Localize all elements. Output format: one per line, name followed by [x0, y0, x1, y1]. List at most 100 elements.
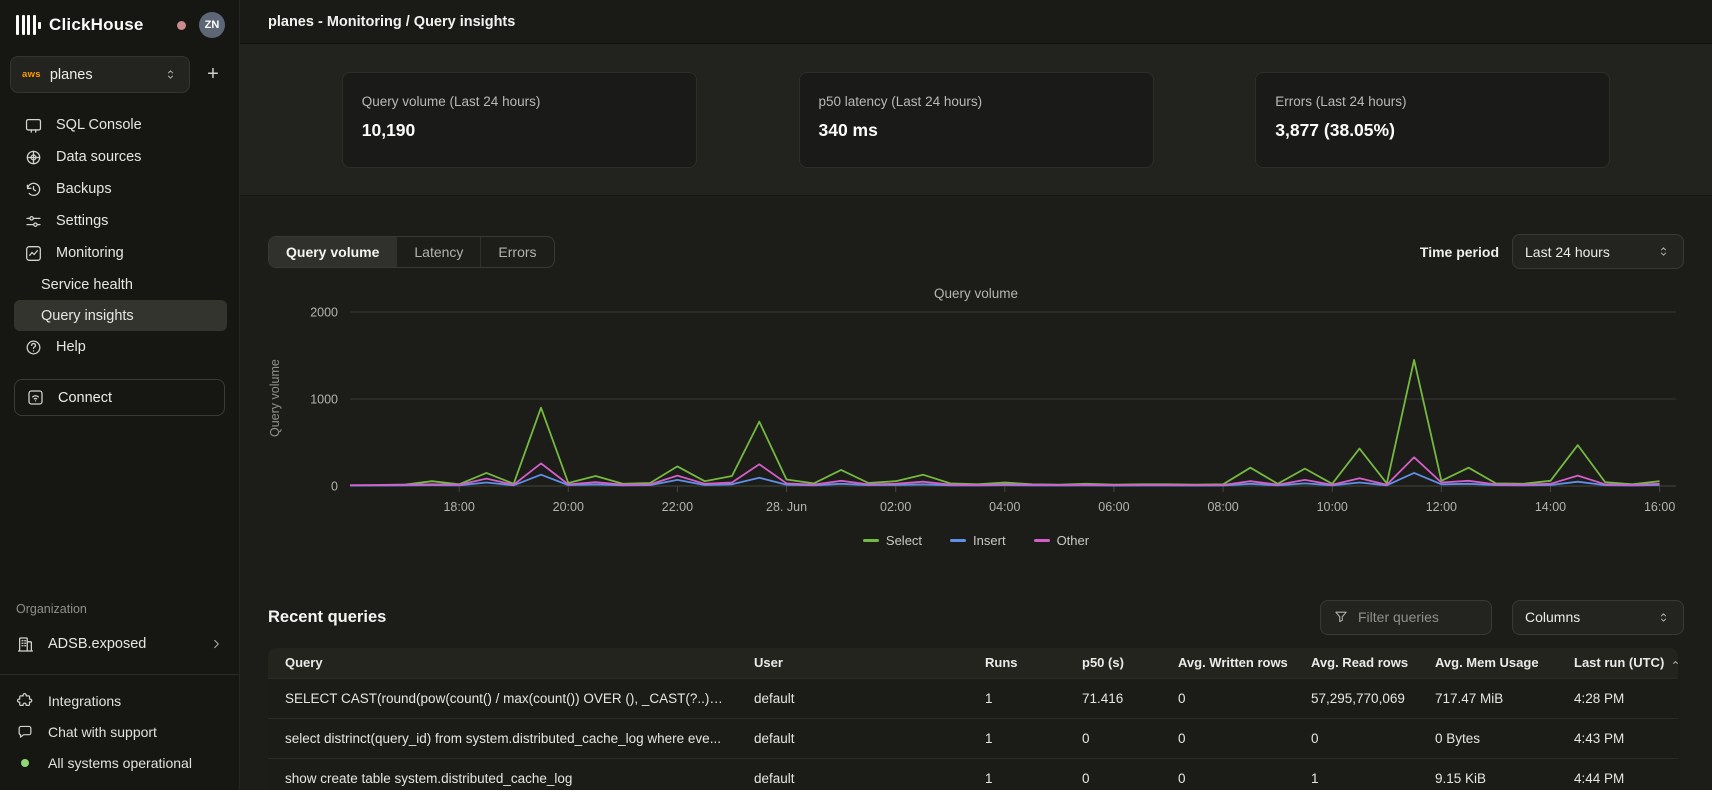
cell-user: default — [737, 731, 968, 746]
legend-swatch — [950, 539, 966, 542]
legend-swatch — [863, 539, 879, 542]
filter-queries-input[interactable] — [1358, 609, 1468, 625]
cell-runs: 1 — [968, 731, 1065, 746]
view-tab-group: Query volumeLatencyErrors — [268, 236, 555, 268]
stat-value: 340 ms — [819, 120, 1134, 141]
avatar[interactable]: ZN — [199, 12, 225, 38]
column-header-avg-read-rows[interactable]: Avg. Read rows — [1294, 655, 1418, 670]
sidebar-item-monitoring[interactable]: Monitoring — [14, 237, 227, 269]
puzzle-icon-slot — [16, 691, 35, 710]
sidebar-footer-all-systems-operational[interactable]: All systems operational — [0, 747, 239, 778]
main-area: planes - Monitoring / Query insights Que… — [240, 0, 1712, 790]
legend-item-select[interactable]: Select — [863, 533, 922, 548]
sort-asc-icon — [1669, 656, 1678, 669]
connect-button[interactable]: Connect — [14, 379, 225, 416]
svg-text:1000: 1000 — [310, 393, 338, 407]
column-header-avg-written-rows[interactable]: Avg. Written rows — [1161, 655, 1294, 670]
p50-latency-stat-card: p50 latency (Last 24 hours)340 ms — [799, 72, 1154, 168]
data-sources-icon — [24, 148, 43, 167]
help-icon-slot — [24, 338, 43, 357]
plus-icon: + — [207, 63, 219, 86]
sidebar-item-settings[interactable]: Settings — [14, 205, 227, 237]
table-row[interactable]: SELECT CAST(round(pow(count() / max(coun… — [268, 678, 1678, 718]
tab-latency[interactable]: Latency — [396, 237, 480, 267]
recent-queries-table: Query User Runs p50 (s) Avg. Written rows Avg… — [268, 648, 1678, 790]
status-dot-green-slot — [16, 753, 35, 772]
sidebar-item-sql-console[interactable]: SQL Console — [14, 109, 227, 141]
column-header-label: Runs — [985, 655, 1018, 670]
sidebar-item-service-health[interactable]: Service health — [14, 269, 227, 300]
tab-errors[interactable]: Errors — [480, 237, 553, 267]
cell-avg-mem-usage: 0 Bytes — [1418, 731, 1557, 746]
sidebar-item-query-insights[interactable]: Query insights — [14, 300, 227, 331]
table-body: SELECT CAST(round(pow(count() / max(coun… — [268, 678, 1678, 790]
chart-y-axis-label: Query volume — [268, 306, 282, 491]
column-header-user[interactable]: User — [737, 655, 968, 670]
legend-item-insert[interactable]: Insert — [950, 533, 1006, 548]
filter-queries-box[interactable] — [1320, 600, 1492, 635]
cell-avg-read-rows: 57,295,770,069 — [1294, 691, 1418, 706]
table-row[interactable]: select distrinct(query_id) from system.d… — [268, 718, 1678, 758]
stat-label: Query volume (Last 24 hours) — [362, 94, 677, 109]
column-header-label: p50 (s) — [1082, 655, 1124, 670]
monitoring-chart-icon — [24, 244, 43, 263]
cell-last-run-utc: 4:28 PM — [1557, 691, 1678, 706]
stats-band: Query volume (Last 24 hours) 10,190 p50 la… — [240, 44, 1712, 196]
cell-avg-read-rows: 0 — [1294, 731, 1418, 746]
svg-text:22:00: 22:00 — [662, 500, 693, 514]
svg-text:08:00: 08:00 — [1207, 500, 1238, 514]
cell-avg-written-rows: 0 — [1161, 771, 1294, 786]
legend-label: Other — [1057, 533, 1090, 548]
aws-slot: aws — [22, 69, 41, 80]
cell-avg-mem-usage: 717.47 MiB — [1418, 691, 1557, 706]
sidebar-footer-chat-with-support[interactable]: Chat with support — [0, 716, 239, 747]
column-header-query[interactable]: Query — [268, 655, 737, 670]
svg-text:20:00: 20:00 — [553, 500, 584, 514]
terminal-icon — [24, 116, 43, 135]
service-selector-row: aws planes + — [0, 46, 239, 95]
service-selector[interactable]: aws planes — [10, 56, 190, 93]
terminal-icon-slot — [24, 116, 43, 135]
column-header-label: Avg. Read rows — [1311, 655, 1408, 670]
columns-select[interactable]: Columns — [1512, 600, 1684, 635]
cell-runs: 1 — [968, 771, 1065, 786]
status-dot-green — [21, 759, 29, 767]
legend-item-other[interactable]: Other — [1034, 533, 1090, 548]
svg-text:28. Jun: 28. Jun — [766, 500, 807, 514]
add-service-button[interactable]: + — [199, 61, 227, 89]
puzzle-icon — [16, 692, 34, 710]
notification-dot — [177, 21, 186, 30]
footer-item-label: Integrations — [48, 693, 121, 709]
sidebar-footer-integrations[interactable]: Integrations — [0, 685, 239, 716]
sidebar-item-label: Monitoring — [56, 245, 124, 261]
column-header-avg-mem-usage[interactable]: Avg. Mem Usage — [1418, 655, 1557, 670]
organization-name: ADSB.exposed — [48, 636, 146, 652]
sidebar-item-data-sources[interactable]: Data sources — [14, 141, 227, 173]
building-icon — [16, 635, 35, 654]
stat-value: 10,190 — [362, 120, 677, 141]
service-chevron-slot — [163, 67, 178, 82]
cell-last-run-utc: 4:44 PM — [1557, 771, 1678, 786]
legend-label: Insert — [973, 533, 1006, 548]
connect-icon — [26, 388, 45, 407]
column-header-last-run-utc[interactable]: Last run (UTC) — [1557, 655, 1678, 670]
brand-name: ClickHouse — [49, 15, 144, 35]
column-header-label: Query — [285, 655, 323, 670]
table-row[interactable]: show create table system.distributed_cac… — [268, 758, 1678, 790]
tab-query-volume[interactable]: Query volume — [269, 237, 396, 267]
aws-icon: aws — [22, 69, 41, 80]
time-period-chevrons-slot — [1656, 244, 1671, 259]
connect-label: Connect — [58, 390, 112, 406]
backup-clock-icon — [24, 180, 43, 199]
column-header-p50-s[interactable]: p50 (s) — [1065, 655, 1161, 670]
column-header-runs[interactable]: Runs — [968, 655, 1065, 670]
time-period-select[interactable]: Last 24 hours — [1512, 234, 1684, 269]
sidebar-item-help[interactable]: Help — [14, 331, 227, 363]
sidebar-item-label: Data sources — [56, 149, 141, 165]
funnel-icon-slot — [1333, 609, 1349, 625]
organization-row[interactable]: ADSB.exposed — [0, 629, 239, 659]
chat-icon — [16, 723, 34, 741]
svg-text:10:00: 10:00 — [1317, 500, 1348, 514]
time-period-label: Time period — [1420, 244, 1499, 260]
sidebar-item-backups[interactable]: Backups — [14, 173, 227, 205]
